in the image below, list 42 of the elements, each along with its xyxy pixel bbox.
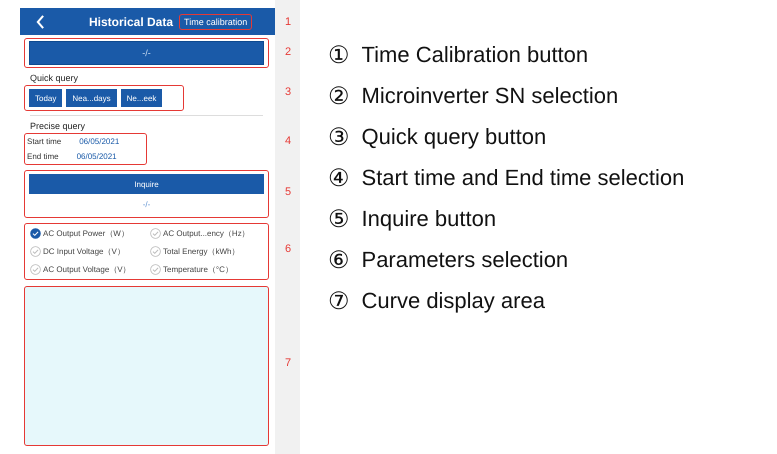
sn-selector[interactable]: -/- <box>29 41 264 65</box>
legend-text: Curve display area <box>362 288 545 314</box>
field-label: End time <box>27 152 59 161</box>
callout-number: 4 <box>284 134 292 146</box>
date-field[interactable]: 06/05/2021 <box>76 152 117 161</box>
legend-text: Microinverter SN selection <box>362 82 618 108</box>
callout-number: 7 <box>284 357 292 369</box>
legend-number: ④ <box>328 164 350 192</box>
callout-number: 5 <box>284 186 292 198</box>
legend-number: ② <box>328 82 350 110</box>
screen-title: Historical Data <box>89 14 174 28</box>
callout-number: 1 <box>284 16 292 28</box>
callout-number: 2 <box>284 46 292 58</box>
date-field[interactable]: 06/05/2021 <box>79 137 120 146</box>
legend-text: Parameters selection <box>362 246 568 272</box>
callout-number: 3 <box>284 86 292 98</box>
callout-number: 6 <box>284 243 292 255</box>
field-label: Start time <box>27 137 62 146</box>
time-calibration-button[interactable]: Time calibration <box>179 14 252 30</box>
legend-text: Inquire button <box>362 206 496 232</box>
parameter-option[interactable]: Temperature（°C） <box>150 264 265 275</box>
legend-number: ⑤ <box>328 204 350 232</box>
legend-number: ③ <box>328 122 350 150</box>
quick-query-button[interactable]: Ne...eek <box>120 89 162 107</box>
quick-query-button[interactable]: Nea...days <box>66 89 117 107</box>
parameter-option[interactable]: Total Energy（kWh） <box>150 246 265 257</box>
quick-query-button[interactable]: Today <box>29 89 62 107</box>
inquire-button[interactable]: Inquire <box>29 174 264 194</box>
legend-text: Start time and End time selection <box>362 164 684 190</box>
section-label: Precise query <box>30 121 86 131</box>
legend-number: ⑦ <box>328 286 350 314</box>
legend-text: Time Calibration button <box>362 42 588 68</box>
legend-text: Quick query button <box>362 124 546 150</box>
parameter-option[interactable]: AC Output...ency（Hz） <box>150 228 265 239</box>
result-text: -/- <box>142 199 150 211</box>
legend-number: ① <box>328 40 350 68</box>
parameter-option[interactable]: DC Input Voltage（V） <box>30 246 150 257</box>
section-label: Quick query <box>30 73 80 83</box>
parameter-option[interactable]: AC Output Power（W） <box>30 228 150 239</box>
back-icon[interactable] <box>36 14 45 28</box>
legend-number: ⑥ <box>328 246 350 274</box>
parameter-option[interactable]: AC Output Voltage（V） <box>30 264 150 275</box>
